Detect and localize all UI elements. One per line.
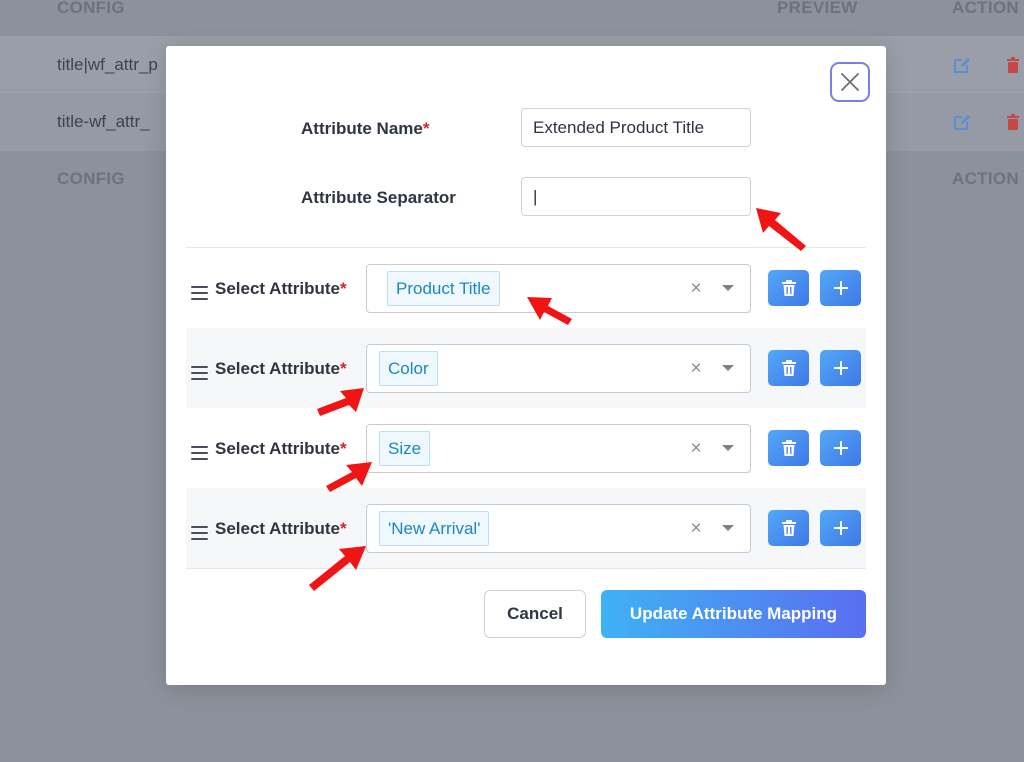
arrow-icon [309, 208, 806, 591]
annotation-arrows [309, 208, 806, 591]
